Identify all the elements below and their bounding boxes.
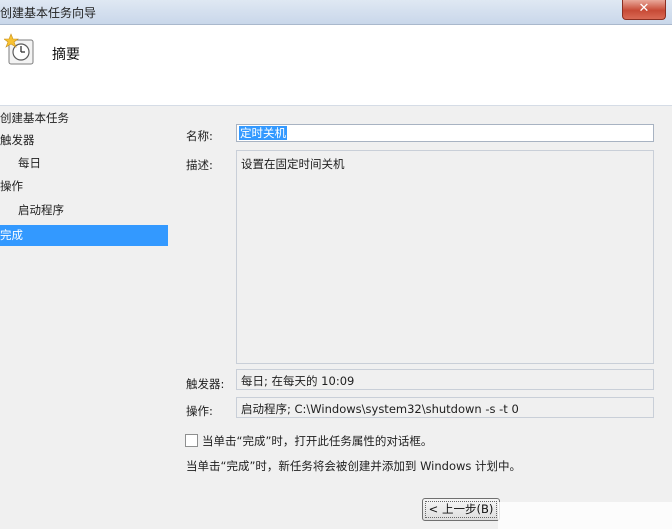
task-clock-icon bbox=[4, 33, 34, 65]
window-title: 创建基本任务向导 bbox=[0, 6, 97, 20]
action-value: 启动程序; C:\Windows\system32\shutdown -s -t… bbox=[241, 402, 519, 416]
finish-note: 当单击“完成”时，新任务将会被创建并添加到 Windows 计划中。 bbox=[186, 459, 522, 473]
step-trigger[interactable]: 触发器 bbox=[0, 130, 168, 151]
action-summary-field: 启动程序; C:\Windows\system32\shutdown -s -t… bbox=[236, 397, 654, 418]
open-properties-checkbox[interactable] bbox=[185, 434, 198, 447]
description-label: 描述: bbox=[186, 158, 213, 172]
back-button-focus-ring bbox=[425, 501, 497, 518]
step-create-basic-task[interactable]: 创建基本任务 bbox=[0, 108, 168, 129]
page-title: 摘要 bbox=[52, 47, 80, 63]
trigger-value: 每日; 在每天的 10:09 bbox=[241, 374, 355, 388]
action-label: 操作: bbox=[186, 404, 213, 418]
step-action[interactable]: 操作 bbox=[0, 176, 168, 197]
title-bar: 创建基本任务向导 ✕ bbox=[0, 0, 672, 25]
watermark-overlay bbox=[498, 502, 672, 529]
wizard-content: 创建基本任务 触发器 每日 操作 启动程序 完成 名称: 定时关机 描述: 设置… bbox=[0, 106, 672, 529]
trigger-summary-field: 每日; 在每天的 10:09 bbox=[236, 369, 654, 390]
wizard-header: 摘要 bbox=[0, 25, 672, 106]
name-field[interactable]: 定时关机 bbox=[236, 124, 654, 142]
description-field[interactable]: 设置在固定时间关机 bbox=[236, 150, 654, 364]
name-label: 名称: bbox=[186, 129, 213, 143]
description-value: 设置在固定时间关机 bbox=[241, 157, 345, 171]
open-properties-label[interactable]: 当单击“完成”时，打开此任务属性的对话框。 bbox=[202, 433, 432, 449]
back-button[interactable]: < 上一步(B) bbox=[422, 498, 500, 521]
close-button[interactable]: ✕ bbox=[622, 0, 666, 20]
step-start-program[interactable]: 启动程序 bbox=[0, 200, 168, 221]
step-daily[interactable]: 每日 bbox=[0, 153, 168, 174]
wizard-steps-nav: 创建基本任务 触发器 每日 操作 启动程序 完成 bbox=[0, 106, 170, 529]
close-icon: ✕ bbox=[638, 1, 650, 16]
trigger-label: 触发器: bbox=[186, 377, 225, 391]
name-value: 定时关机 bbox=[239, 126, 287, 140]
step-finish[interactable]: 完成 bbox=[0, 225, 168, 246]
